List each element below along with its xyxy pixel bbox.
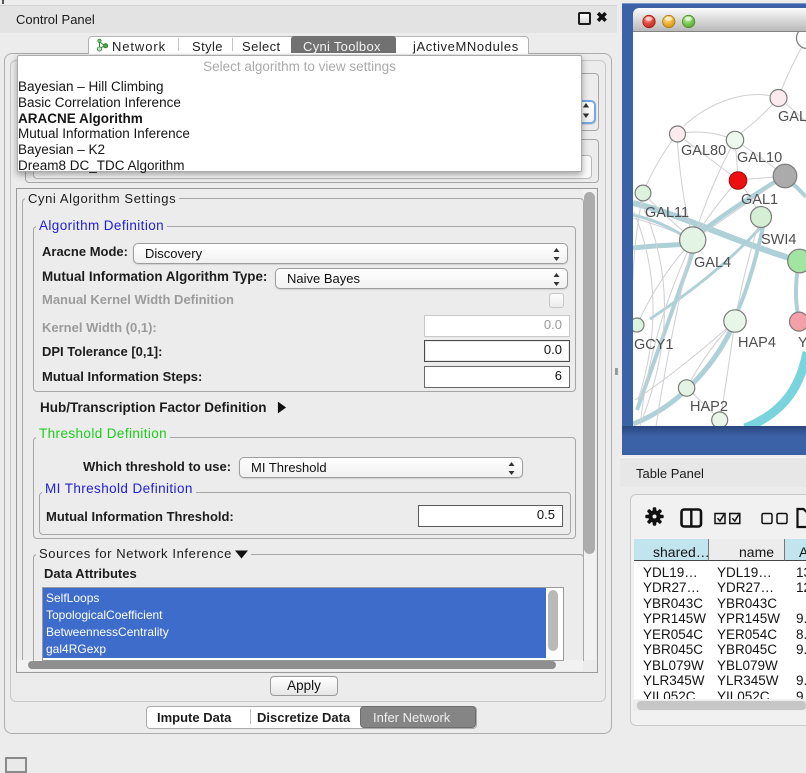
svg-text:GAL11: GAL11 — [645, 205, 689, 221]
svg-text:GAL10: GAL10 — [737, 150, 782, 166]
svg-text:GAL80: GAL80 — [681, 143, 726, 159]
svg-text:Y: Y — [798, 335, 806, 351]
svg-text:HAP2: HAP2 — [690, 399, 728, 415]
svg-text:GAL1: GAL1 — [741, 192, 778, 208]
svg-text:GAL4: GAL4 — [694, 255, 731, 271]
svg-text:GAL2: GAL2 — [778, 109, 806, 125]
svg-text:GCY1: GCY1 — [634, 337, 674, 353]
svg-text:HAP4: HAP4 — [738, 335, 776, 351]
svg-text:SWI4: SWI4 — [761, 232, 796, 248]
